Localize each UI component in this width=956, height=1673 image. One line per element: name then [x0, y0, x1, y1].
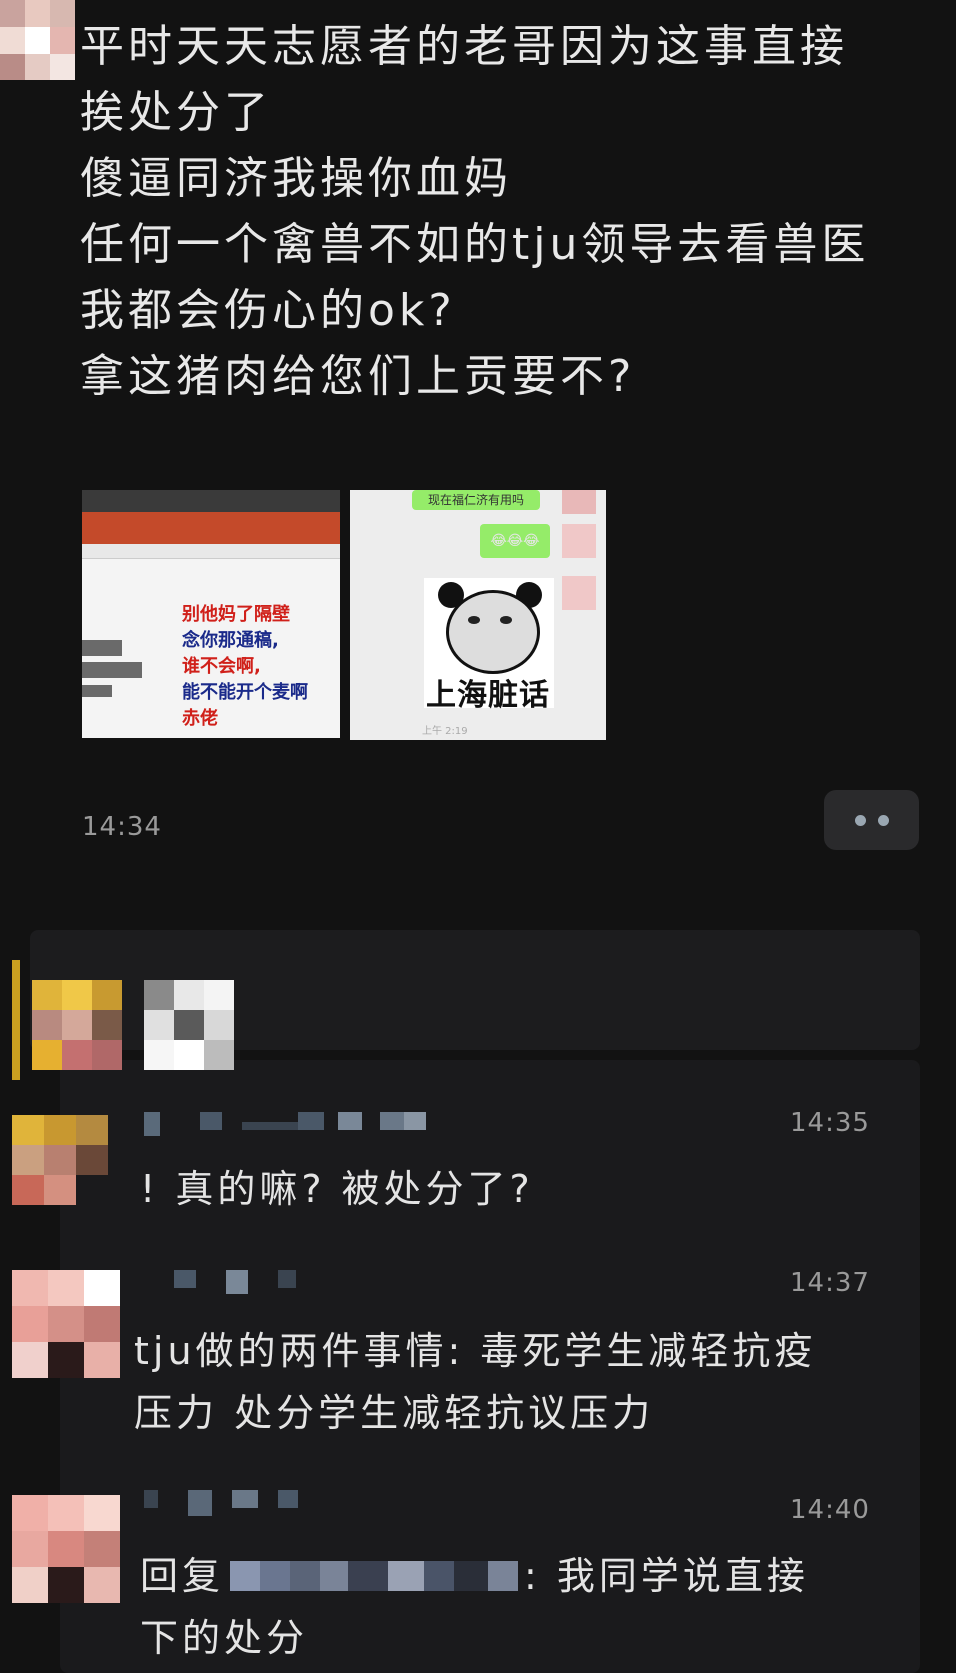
message-line: 挨处分了 [80, 87, 272, 138]
slide-menu [82, 544, 340, 559]
sticker-caption: 上海脏话 [426, 678, 550, 713]
slide-toolbar [82, 490, 340, 512]
accent-strip [12, 960, 20, 1080]
message-time: 14:34 [82, 812, 162, 842]
green-bubble: 现在福仁济有用吗 [412, 490, 540, 510]
message-line: tju做的两件事情: 毒死学生减轻抗疫 [134, 1329, 817, 1373]
message-text-top: 平时天天志愿者的老哥因为这事直接 挨处分了 傻逼同济我操你血妈 任何一个禽兽不如… [80, 14, 869, 410]
avatar[interactable] [12, 1115, 108, 1205]
slide-side-panel [82, 662, 142, 678]
avatar[interactable] [12, 1270, 120, 1378]
message-text: ! 真的嘛? 被处分了? [140, 1167, 534, 1211]
slide-text: 别他妈了隔壁 [182, 604, 290, 625]
slide-side-panel [82, 640, 122, 656]
quoted-name-blurred [230, 1561, 519, 1591]
message-time: 14:37 [790, 1268, 870, 1298]
mini-avatar [562, 524, 596, 558]
panda-sticker: 上海脏话 [424, 578, 554, 713]
message-line: 傻逼同济我操你血妈 [80, 153, 512, 204]
slide-ribbon [82, 512, 340, 544]
image-thumbnail[interactable] [144, 980, 234, 1070]
slide-side-panel [82, 685, 112, 697]
sender-name-blurred [144, 1112, 426, 1136]
panda-eye-icon [468, 616, 480, 624]
dot-icon [854, 814, 866, 826]
emoji-bubble: 😂😂😂 [480, 524, 550, 558]
slide-text: 谁不会啊, [182, 656, 261, 677]
panda-eye-icon [500, 616, 512, 624]
reply-prefix: 回复 [140, 1554, 225, 1598]
message-line: 拿这猪肉给您们上贡要不? [80, 351, 636, 402]
message-line: 下的处分 [140, 1616, 309, 1660]
slide-text: 念你那通稿, [182, 630, 279, 651]
message-time: 14:35 [790, 1108, 870, 1138]
message-line: 任何一个禽兽不如的tju领导去看兽医 [80, 219, 870, 270]
faint-timestamp: 上午 2:19 [422, 726, 468, 737]
mini-avatar [562, 490, 596, 514]
image-attachment-slide[interactable]: 别他妈了隔壁 念你那通稿, 谁不会啊, 能不能开个麦啊 赤佬 [82, 490, 340, 738]
avatar[interactable] [12, 1495, 120, 1603]
mini-avatar [562, 576, 596, 610]
more-options-button[interactable] [824, 790, 919, 850]
slide-text: 赤佬 [182, 708, 218, 729]
sender-name-blurred [144, 1490, 298, 1516]
message-time: 14:40 [790, 1495, 870, 1525]
avatar[interactable] [32, 980, 122, 1070]
image-attachment-chat[interactable]: 现在福仁济有用吗 😂😂😂 上海脏话 上午 2:19 [350, 490, 606, 740]
message-line: 我都会伤心的ok? [80, 285, 456, 336]
slide-text-block: 别他妈了隔壁 念你那通稿, 谁不会啊, 能不能开个麦啊 赤佬 [182, 602, 308, 732]
sender-name-blurred [144, 1270, 296, 1294]
message-line: 压力 处分学生减轻抗议压力 [134, 1391, 655, 1435]
dot-icon [877, 814, 889, 826]
message-line: 平时天天志愿者的老哥因为这事直接 [80, 21, 848, 72]
slide-text: 能不能开个麦啊 [182, 682, 308, 703]
message-line: : 我同学说直接 [524, 1554, 809, 1598]
avatar-top[interactable] [0, 0, 75, 80]
panda-face-icon [446, 590, 540, 674]
message-text: 回复 : 我同学说直接 下的处分 [140, 1545, 809, 1669]
message-text: tju做的两件事情: 毒死学生减轻抗疫 压力 处分学生减轻抗议压力 [134, 1320, 816, 1444]
